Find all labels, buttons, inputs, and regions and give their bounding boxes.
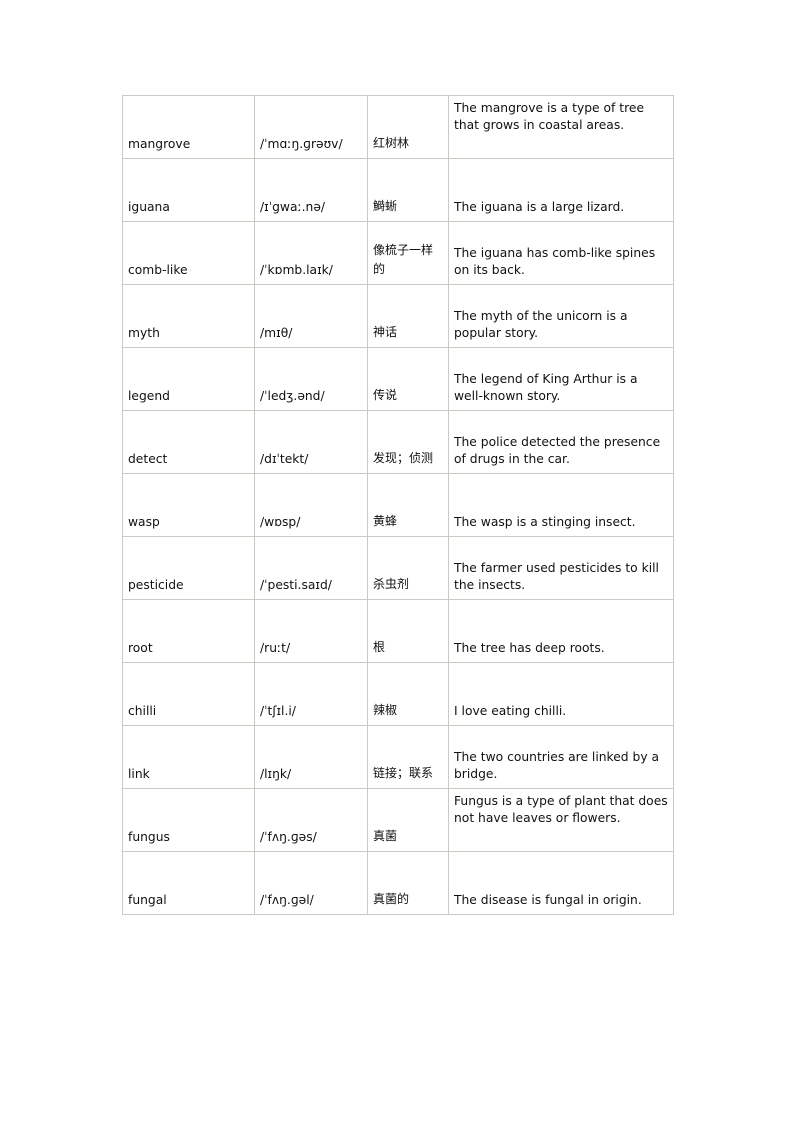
table-row: mangrove/ˈmɑːŋ.ɡrəʊv/红树林 The mangrove is … [122, 95, 674, 159]
vocab-chinese-cell: 发现；侦测 [367, 410, 449, 474]
vocab-sentence-cell: The tree has deep roots. [448, 599, 674, 663]
vocab-word-cell: legend [122, 347, 255, 411]
vocabulary-table-body: mangrove/ˈmɑːŋ.ɡrəʊv/红树林 The mangrove is … [122, 95, 674, 915]
vocab-chinese-cell: 鰣蜥 [367, 158, 449, 222]
table-row: wasp/wɒsp/黄蜂 The wasp is a stinging insec… [122, 473, 674, 537]
vocab-chinese-cell: 真菌的 [367, 851, 449, 915]
vocab-word-cell: myth [122, 284, 255, 348]
table-row: comb-like/ˈkɒmb.laɪk/像梳子一样的 The iguana ha… [122, 221, 674, 285]
vocab-pronunciation-cell: /ˈmɑːŋ.ɡrəʊv/ [254, 95, 368, 159]
vocab-sentence-cell: I love eating chilli. [448, 662, 674, 726]
vocab-word-cell: comb-like [122, 221, 255, 285]
vocab-pronunciation-cell: /ruːt/ [254, 599, 368, 663]
table-row: detect/dɪˈtekt/发现；侦测 The police detected … [122, 410, 674, 474]
vocabulary-table: mangrove/ˈmɑːŋ.ɡrəʊv/红树林 The mangrove is … [122, 95, 674, 915]
table-row: myth/mɪθ/神话 The myth of the unicorn is a … [122, 284, 674, 348]
vocab-sentence-cell: The farmer used pesticides to kill the i… [448, 536, 674, 600]
vocab-sentence-cell: The iguana is a large lizard. [448, 158, 674, 222]
table-row: fungal/ˈfʌŋ.ɡəl/真菌的 The disease is fungal… [122, 851, 674, 915]
vocab-sentence-cell: The police detected the presence of drug… [448, 410, 674, 474]
vocab-pronunciation-cell: /ɪˈgwaː.nə/ [254, 158, 368, 222]
vocab-word-cell: detect [122, 410, 255, 474]
vocab-pronunciation-cell: /ˈkɒmb.laɪk/ [254, 221, 368, 285]
vocab-word-cell: chilli [122, 662, 255, 726]
vocab-chinese-cell: 黄蜂 [367, 473, 449, 537]
vocab-sentence-cell: The iguana has comb-like spines on its b… [448, 221, 674, 285]
table-row: legend/ˈledʒ.ənd/传说 The legend of King Ar… [122, 347, 674, 411]
vocab-sentence-cell: The two countries are linked by a bridge… [448, 725, 674, 789]
vocab-chinese-cell: 红树林 [367, 95, 449, 159]
vocab-chinese-cell: 真菌 [367, 788, 449, 852]
vocab-pronunciation-cell: /ˈfʌŋ.ɡəl/ [254, 851, 368, 915]
vocab-chinese-cell: 链接；联系 [367, 725, 449, 789]
vocab-pronunciation-cell: /ˈtʃɪl.i/ [254, 662, 368, 726]
vocab-word-cell: link [122, 725, 255, 789]
vocab-chinese-cell: 像梳子一样的 [367, 221, 449, 285]
vocabulary-page: mangrove/ˈmɑːŋ.ɡrəʊv/红树林 The mangrove is … [0, 0, 794, 1123]
table-row: iguana/ɪˈgwaː.nə/鰣蜥 The iguana is a large… [122, 158, 674, 222]
vocab-sentence-cell: The legend of King Arthur is a well-know… [448, 347, 674, 411]
vocab-pronunciation-cell: /ˈfʌŋ.ɡəs/ [254, 788, 368, 852]
vocab-word-cell: root [122, 599, 255, 663]
vocab-sentence-cell: The disease is fungal in origin. [448, 851, 674, 915]
vocab-chinese-cell: 杀虫剂 [367, 536, 449, 600]
vocab-word-cell: iguana [122, 158, 255, 222]
vocab-chinese-cell: 辣椒 [367, 662, 449, 726]
vocab-word-cell: pesticide [122, 536, 255, 600]
table-row: fungus/ˈfʌŋ.ɡəs/真菌 Fungus is a type of pl… [122, 788, 674, 852]
vocab-word-cell: wasp [122, 473, 255, 537]
table-row: link/lɪŋk/链接；联系 The two countries are lin… [122, 725, 674, 789]
vocab-pronunciation-cell: /lɪŋk/ [254, 725, 368, 789]
vocab-sentence-cell: The mangrove is a type of tree that grow… [448, 95, 674, 159]
table-row: chilli/ˈtʃɪl.i/辣椒 I love eating chilli. [122, 662, 674, 726]
vocab-pronunciation-cell: /mɪθ/ [254, 284, 368, 348]
vocab-sentence-cell: The myth of the unicorn is a popular sto… [448, 284, 674, 348]
vocab-word-cell: mangrove [122, 95, 255, 159]
vocab-chinese-cell: 神话 [367, 284, 449, 348]
vocab-pronunciation-cell: /dɪˈtekt/ [254, 410, 368, 474]
vocab-word-cell: fungal [122, 851, 255, 915]
vocab-sentence-cell: The wasp is a stinging insect. [448, 473, 674, 537]
vocab-pronunciation-cell: /wɒsp/ [254, 473, 368, 537]
vocab-sentence-cell: Fungus is a type of plant that does not … [448, 788, 674, 852]
vocab-chinese-cell: 传说 [367, 347, 449, 411]
vocab-pronunciation-cell: /ˈpesti.saɪd/ [254, 536, 368, 600]
table-row: root/ruːt/根 The tree has deep roots. [122, 599, 674, 663]
vocab-word-cell: fungus [122, 788, 255, 852]
vocab-pronunciation-cell: /ˈledʒ.ənd/ [254, 347, 368, 411]
vocab-chinese-cell: 根 [367, 599, 449, 663]
table-row: pesticide/ˈpesti.saɪd/杀虫剂 The farmer used… [122, 536, 674, 600]
